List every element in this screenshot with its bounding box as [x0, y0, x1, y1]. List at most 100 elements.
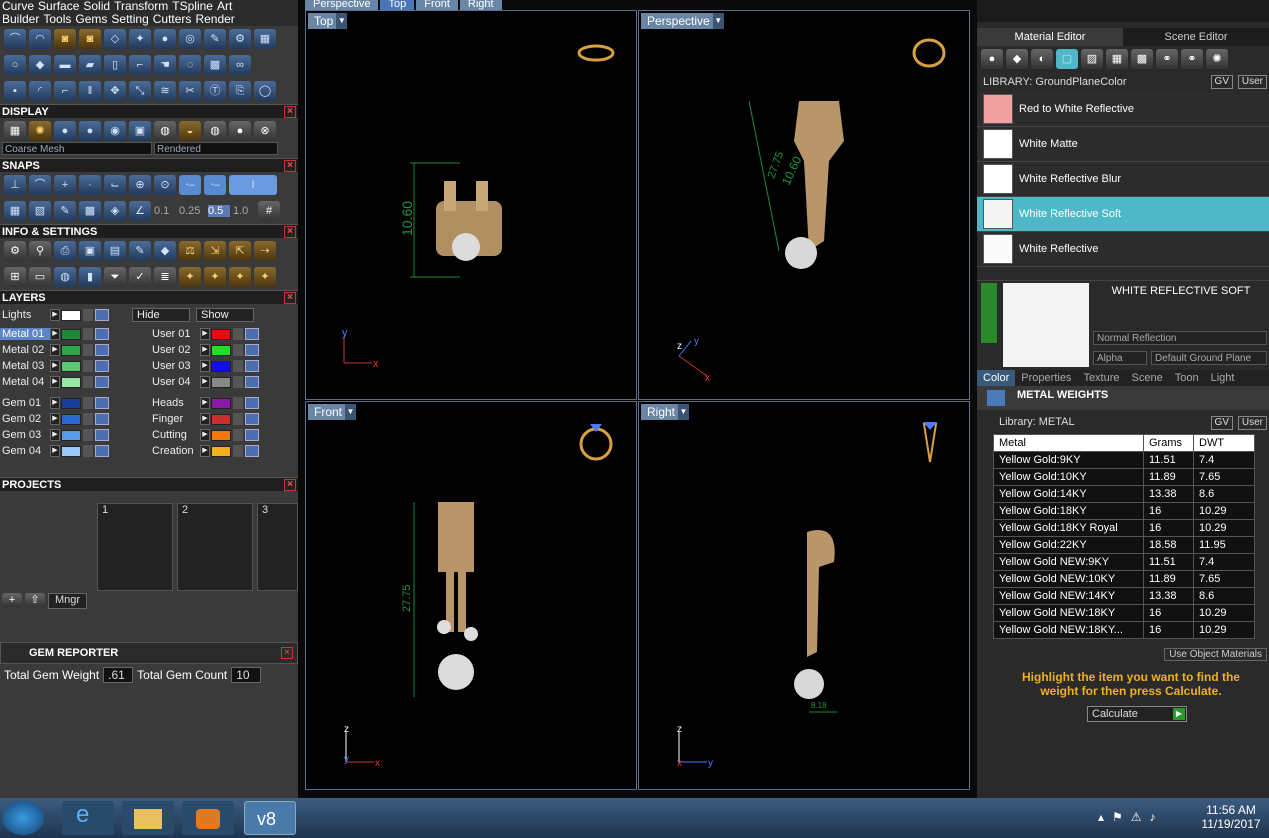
ball-icon[interactable]: ● — [229, 121, 251, 141]
visibility-icon[interactable] — [245, 344, 259, 356]
chain-tool-icon[interactable]: ∞ — [229, 55, 251, 75]
half-sphere-icon[interactable]: ◒ — [179, 121, 201, 141]
expand-icon[interactable]: ▶ — [50, 397, 60, 409]
windows-icon[interactable]: ⊞ — [4, 267, 26, 287]
layer-row[interactable]: Metal 04 ▶ — [0, 374, 150, 390]
table-row[interactable]: Yellow Gold:9KY 11.51 7.4 — [993, 451, 1255, 469]
brush-tool-icon[interactable]: ✎ — [204, 29, 226, 49]
snap-cross-icon[interactable]: + — [54, 175, 76, 195]
reflection-select[interactable]: Normal Reflection — [1093, 331, 1267, 345]
expand-icon[interactable]: ▶ — [50, 429, 60, 441]
grid-tool-icon[interactable]: ▩ — [204, 55, 226, 75]
wireframe-icon[interactable]: ▦ — [4, 121, 26, 141]
snap-value-3[interactable]: 0.5 — [208, 205, 230, 217]
lock-icon[interactable] — [83, 376, 93, 388]
sphere-mat-icon[interactable]: ◐ — [1031, 49, 1053, 69]
layer-row[interactable]: Gem 01 ▶ — [0, 395, 150, 411]
eye-snap-icon[interactable]: ◈ — [104, 201, 126, 221]
scale-tool-icon[interactable]: ⤡ — [129, 81, 151, 101]
close-icon[interactable]: × — [284, 479, 296, 491]
link2-icon[interactable]: ⚭ — [1181, 49, 1203, 69]
right-view[interactable]: Right ▼ 8.18 z y x — [638, 401, 970, 790]
visibility-icon[interactable] — [95, 445, 109, 457]
settings-icon[interactable]: ⚙ — [4, 241, 26, 261]
layer-row[interactable]: Heads ▶ — [150, 395, 298, 411]
metal-user-button[interactable]: User — [1237, 416, 1267, 430]
visibility-icon[interactable] — [95, 429, 109, 441]
visibility-icon[interactable] — [95, 397, 109, 409]
tab-scene-editor[interactable]: Scene Editor — [1123, 28, 1269, 46]
bulb-icon[interactable]: ✺ — [1206, 49, 1228, 69]
table-row[interactable]: Yellow Gold NEW:10KY 11.89 7.65 — [993, 570, 1255, 588]
table-row[interactable]: Yellow Gold:18KY Royal 16 10.29 — [993, 519, 1255, 537]
layer-color-swatch[interactable] — [211, 445, 231, 457]
chevron-down-icon[interactable]: ▼ — [336, 13, 348, 29]
media-player-icon[interactable] — [182, 801, 234, 835]
table-row[interactable]: Yellow Gold NEW:18KY... 16 10.29 — [993, 621, 1255, 639]
layer-row[interactable]: User 02 ▶ — [150, 342, 298, 358]
tab-perspective[interactable]: Perspective — [305, 0, 379, 10]
table-row[interactable]: Yellow Gold:10KY 11.89 7.65 — [993, 468, 1255, 486]
tab-right[interactable]: Right — [459, 0, 502, 10]
layer-row[interactable]: Metal 03 ▶ — [0, 358, 150, 374]
lock-icon[interactable] — [233, 376, 243, 388]
material-item[interactable]: Red to White Reflective — [977, 92, 1269, 127]
visibility-icon[interactable] — [95, 309, 109, 321]
slice-tool-icon[interactable]: ▰ — [79, 55, 101, 75]
pen-icon[interactable]: ✎ — [129, 241, 151, 261]
close-icon[interactable]: × — [284, 160, 296, 172]
pencil-snap-icon[interactable]: ✎ — [54, 201, 76, 221]
ie-icon[interactable]: e — [62, 801, 114, 835]
search-icon[interactable]: ⚲ — [29, 241, 51, 261]
monitor-icon[interactable]: ▭ — [29, 267, 51, 287]
metal-gv-button[interactable]: GV — [1210, 416, 1233, 430]
snap-corner-icon[interactable]: ⌙ — [104, 175, 126, 195]
table-row[interactable]: Yellow Gold NEW:18KY 16 10.29 — [993, 604, 1255, 622]
snap-center-icon[interactable]: ⊙ — [154, 175, 176, 195]
lock-icon[interactable] — [233, 328, 243, 340]
table-row[interactable]: Yellow Gold:14KY 13.38 8.6 — [993, 485, 1255, 503]
snap-grid-icon[interactable]: ⊥ — [4, 175, 26, 195]
menu-gems[interactable]: Gems — [75, 13, 107, 26]
visibility-icon[interactable] — [245, 397, 259, 409]
lock-icon[interactable] — [233, 360, 243, 372]
lock-icon[interactable] — [233, 397, 243, 409]
menu-surface[interactable]: Surface — [38, 0, 79, 13]
info-b-icon[interactable]: ✦ — [204, 267, 226, 287]
array-tool-icon[interactable]: ≋ — [154, 81, 176, 101]
gem-info-icon[interactable]: ◆ — [154, 241, 176, 261]
project-slot-2[interactable]: 2 — [177, 503, 253, 591]
calculate-button[interactable]: Calculate ▶ — [1087, 706, 1187, 722]
material-item[interactable]: White Reflective — [977, 232, 1269, 267]
import-icon[interactable]: ⇱ — [229, 241, 251, 261]
material-item[interactable]: White Matte — [977, 127, 1269, 162]
expand-icon[interactable]: ▶ — [50, 413, 60, 425]
table-row[interactable]: Yellow Gold NEW:14KY 13.38 8.6 — [993, 587, 1255, 605]
close-icon[interactable]: × — [284, 226, 296, 238]
visibility-icon[interactable] — [95, 413, 109, 425]
book-tool-icon[interactable]: ▯ — [104, 55, 126, 75]
lock-icon[interactable] — [83, 309, 93, 321]
app-v8-button[interactable]: v8 — [244, 801, 296, 835]
move-tool-icon[interactable]: ✥ — [104, 81, 126, 101]
layer-color-swatch[interactable] — [61, 413, 81, 425]
visibility-icon[interactable] — [95, 328, 109, 340]
cut-tool-icon[interactable]: ✂ — [179, 81, 201, 101]
show-button[interactable]: Show — [196, 308, 254, 322]
hash-icon[interactable]: # — [258, 201, 280, 221]
list-icon[interactable]: ≣ — [154, 267, 176, 287]
menu-cutters[interactable]: Cutters — [153, 13, 192, 26]
curve-tool-icon[interactable]: ⌒ — [4, 29, 26, 49]
layer-color-swatch[interactable] — [61, 360, 81, 372]
box-icon[interactable]: ▮ — [79, 267, 101, 287]
menu-builder[interactable]: Builder — [2, 13, 39, 26]
light-icon[interactable]: ✺ — [29, 121, 51, 141]
expand-icon[interactable]: ▶ — [200, 413, 210, 425]
lock-icon[interactable] — [233, 429, 243, 441]
torus-tool-icon[interactable]: ◯ — [254, 81, 276, 101]
chevron-down-icon[interactable]: ▼ — [678, 404, 690, 420]
mirror-tool-icon[interactable]: ‖ — [79, 81, 101, 101]
angle-snap-icon[interactable]: ∠ — [129, 201, 151, 221]
tray-icons[interactable]: ▴⚑⚠♪ — [1098, 810, 1164, 824]
visibility-icon[interactable] — [95, 344, 109, 356]
